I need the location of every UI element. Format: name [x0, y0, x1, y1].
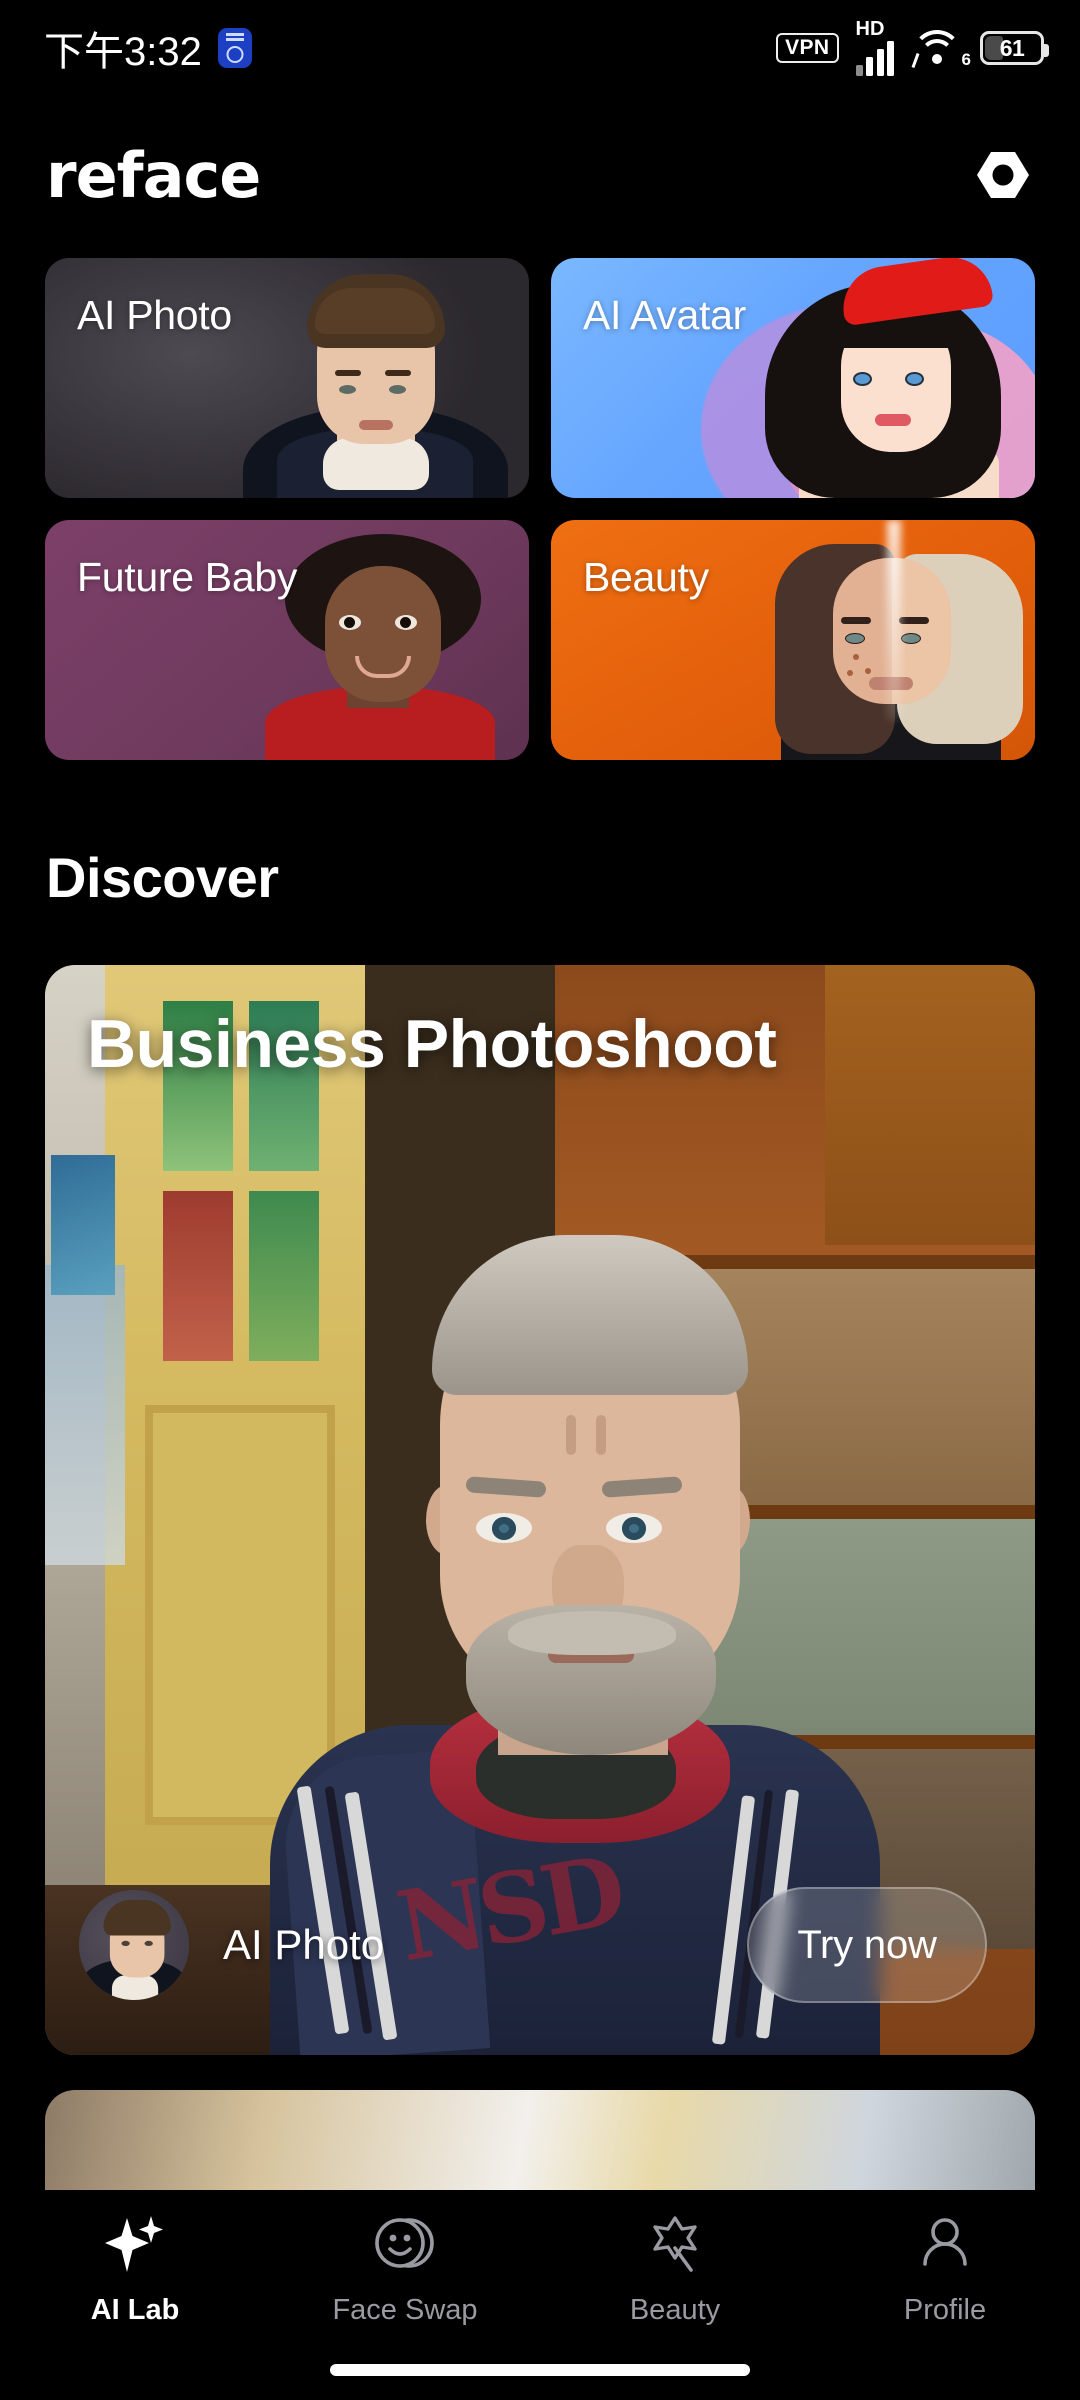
avatar — [79, 1890, 189, 2000]
status-bar-left: 下午3:32 — [44, 19, 252, 77]
nav-label-profile: Profile — [903, 2294, 987, 2326]
wifi-generation-label: 6 — [961, 50, 971, 69]
home-indicator — [330, 2364, 750, 2376]
try-now-button[interactable]: Try now — [747, 1887, 987, 2003]
discover-section-title: Discover — [46, 846, 279, 909]
status-bar-right: VPN HD 6 61 — [776, 17, 1049, 76]
feature-card-grid: AI Photo AI Avatar Future Baby Beauty — [45, 258, 1035, 760]
nav-label-beauty: Beauty — [629, 2294, 721, 2326]
nav-item-face-swap[interactable]: Face Swap — [270, 2212, 540, 2327]
business-photoshoot-title: Business Photoshoot — [87, 1006, 777, 1082]
battery-percent-label: 61 — [999, 34, 1025, 61]
nav-item-beauty[interactable]: Beauty — [540, 2212, 810, 2327]
app-logo: reface — [46, 138, 261, 212]
battery-icon: 61 — [980, 31, 1049, 65]
wifi-icon: 6 — [911, 28, 971, 69]
business-photoshoot-footer: AI Photo Try now — [45, 1835, 1035, 2055]
beauty-card[interactable]: Beauty — [551, 520, 1035, 760]
app-header: reface — [0, 120, 1080, 230]
hd-label: HD — [855, 17, 885, 40]
smiley-faces-icon — [369, 2212, 441, 2278]
business-photoshoot-card[interactable]: NSD Business Photoshoot AI Photo Try now — [45, 965, 1035, 2055]
person-icon — [909, 2212, 981, 2278]
vpn-icon: VPN — [776, 33, 839, 63]
status-clock: 下午3:32 — [44, 30, 202, 74]
ai-photo-card-label: AI Photo — [77, 292, 232, 338]
hex-nut-icon[interactable] — [972, 144, 1034, 206]
magic-wand-icon — [639, 2212, 711, 2278]
future-baby-card-label: Future Baby — [77, 554, 298, 600]
alarm-badge-icon — [217, 28, 252, 68]
signal-icon: HD — [855, 17, 894, 76]
future-baby-card[interactable]: Future Baby — [45, 520, 529, 760]
ai-avatar-card[interactable]: AI Avatar — [551, 258, 1035, 498]
ai-avatar-card-label: AI Avatar — [583, 292, 746, 338]
beauty-card-label: Beauty — [583, 554, 709, 600]
nav-label-face-swap: Face Swap — [332, 2294, 478, 2326]
nav-item-profile[interactable]: Profile — [810, 2212, 1080, 2327]
ai-photo-card[interactable]: AI Photo — [45, 258, 529, 498]
nav-item-ai-lab[interactable]: AI Lab — [0, 2212, 270, 2327]
nav-label-ai-lab: AI Lab — [90, 2294, 180, 2326]
business-photoshoot-caption: AI Photo — [223, 1921, 385, 1968]
sparkle-icon — [99, 2212, 171, 2278]
status-bar: 下午3:32 VPN HD 6 61 — [0, 0, 1080, 96]
